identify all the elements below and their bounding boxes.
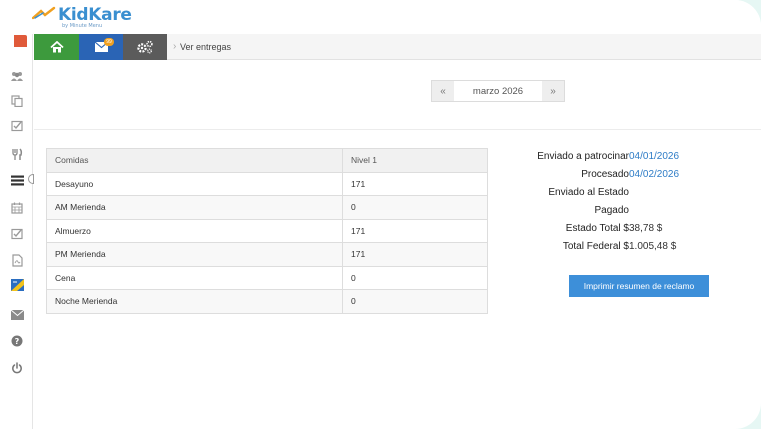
calendar-icon[interactable]	[9, 200, 25, 216]
summary-value: 38,78 $	[629, 223, 663, 234]
meal-name: AM Merienda	[46, 195, 343, 220]
meal-name: PM Merienda	[46, 242, 343, 267]
table-row: Almuerzo 171	[46, 218, 488, 243]
meal-count: 0	[342, 289, 488, 314]
users-icon[interactable]	[9, 68, 25, 84]
pdf-icon[interactable]	[9, 252, 25, 268]
summary-label: Enviado al Estado	[548, 187, 629, 198]
summary-row: Enviado al Estado	[500, 187, 760, 205]
claim-summary: Enviado a patrocinar 04/01/2026 Procesad…	[500, 151, 760, 259]
help-icon[interactable]: ?	[9, 333, 25, 349]
table-row: AM Merienda 0	[46, 195, 488, 220]
messages-button[interactable]: 99	[79, 34, 123, 60]
kidkare-logo[interactable]: KidKare by Minute Menu	[32, 6, 132, 32]
top-bar: KidKare by Minute Menu	[0, 0, 761, 34]
power-icon[interactable]	[9, 360, 25, 376]
checkbox-icon[interactable]	[9, 118, 25, 134]
print-claim-summary-button[interactable]: Imprimir resumen de reclamo	[569, 275, 709, 297]
utensils-icon[interactable]	[9, 146, 25, 162]
meal-count: 0	[342, 265, 488, 290]
mail-icon[interactable]	[9, 307, 25, 323]
breadcrumb: Ver entregas	[180, 42, 232, 52]
meal-name: Desayuno	[46, 171, 343, 196]
table-header-row: Comidas Nivel 1	[46, 148, 488, 173]
summary-label: Estado Total $	[565, 223, 629, 234]
previous-month-button[interactable]: «	[432, 81, 454, 101]
summary-label: Total Federal $	[562, 241, 629, 252]
breadcrumb-separator-icon: ›	[173, 41, 177, 52]
home-button[interactable]	[34, 34, 79, 60]
summary-label: Enviado a patrocinar	[537, 151, 629, 162]
meals-table: Comidas Nivel 1 Desayuno 171 AM Merienda…	[46, 148, 488, 314]
table-row: Noche Merienda 0	[46, 289, 488, 314]
month-selector: « marzo 2026 »	[431, 80, 565, 102]
table-row: PM Merienda 171	[46, 242, 488, 267]
meal-name: Cena	[46, 265, 343, 290]
meal-name: Almuerzo	[46, 218, 343, 243]
checkbox-icon[interactable]	[9, 226, 25, 242]
settings-button[interactable]	[123, 34, 167, 60]
list-icon[interactable]	[9, 172, 25, 188]
claim-icon[interactable]	[9, 277, 25, 293]
gears-icon	[137, 40, 153, 54]
brand-name: KidKare	[58, 5, 132, 25]
copy-icon[interactable]	[9, 93, 25, 109]
table-row: Cena 0	[46, 265, 488, 290]
column-header-tier1: Nivel 1	[342, 148, 488, 173]
home-icon	[49, 41, 64, 53]
summary-label: Pagado	[594, 205, 629, 216]
summary-row: Enviado a patrocinar 04/01/2026	[500, 151, 760, 169]
summary-row: Estado Total $ 38,78 $	[500, 223, 760, 241]
meal-name: Noche Merienda	[46, 289, 343, 314]
sub-navigation-bar: 99 › Ver entregas	[34, 34, 761, 60]
summary-row: Procesado 04/02/2026	[500, 169, 760, 187]
meal-count: 171	[342, 242, 488, 267]
current-month-label: marzo 2026	[472, 85, 524, 97]
svg-text:?: ?	[15, 337, 20, 346]
meal-count: 171	[342, 171, 488, 196]
app-window: KidKare by Minute Menu ? 99 › Ver entreg…	[0, 0, 761, 429]
meal-count: 171	[342, 218, 488, 243]
summary-value: 1.005,48 $	[629, 241, 677, 252]
sidebar-collapse-handle[interactable]	[28, 174, 34, 184]
summary-row: Pagado	[500, 205, 760, 223]
table-row: Desayuno 171	[46, 171, 488, 196]
logo-mark-icon	[32, 6, 56, 20]
unread-badge: 99	[104, 38, 114, 46]
summary-label: Procesado	[581, 169, 629, 180]
sidebar-marker	[14, 35, 27, 47]
summary-value-link[interactable]: 04/02/2026	[629, 169, 679, 180]
brand-tagline: by Minute Menu	[62, 23, 103, 29]
summary-row: Total Federal $ 1.005,48 $	[500, 241, 760, 259]
meal-count: 0	[342, 195, 488, 220]
column-header-meals: Comidas	[46, 148, 343, 173]
summary-value-link[interactable]: 04/01/2026	[629, 151, 679, 162]
section-divider	[34, 129, 761, 130]
next-month-button[interactable]: »	[542, 81, 564, 101]
